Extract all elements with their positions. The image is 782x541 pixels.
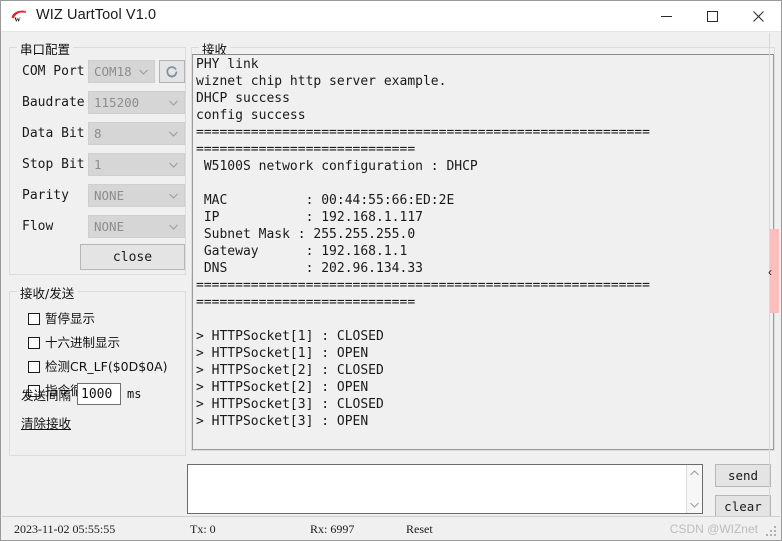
close-icon: [752, 10, 764, 22]
checkbox-box-icon: [28, 312, 40, 325]
checkbox-label: 暂停显示: [45, 311, 96, 326]
data-bit-select[interactable]: 8: [88, 122, 185, 145]
send-button[interactable]: send: [715, 464, 771, 487]
chevron-down-icon: [169, 193, 178, 199]
window-title: WIZ UartTool V1.0: [36, 7, 157, 23]
wiznet-logo-icon: w: [10, 7, 29, 26]
row-data-bit: Data Bit 8: [10, 122, 185, 148]
checkbox-label: 检测CR_LF($0D$0A): [45, 359, 168, 374]
chevron-down-icon: [169, 131, 178, 137]
checkbox-box-icon: [28, 360, 40, 373]
row-parity: Parity NONE: [10, 184, 185, 210]
chevron-down-icon: [169, 100, 178, 106]
refresh-ports-button[interactable]: [159, 60, 185, 83]
checkbox-box-icon: [28, 336, 40, 349]
row-stop-bit: Stop Bit 1: [10, 153, 185, 179]
flow-select[interactable]: NONE: [88, 215, 185, 238]
minimize-icon: [660, 15, 672, 17]
label-data-bit: Data Bit: [22, 126, 85, 141]
send-interval-unit: ms: [127, 387, 142, 401]
close-window-button[interactable]: [735, 1, 781, 31]
checkbox-pause-display[interactable]: 暂停显示: [28, 309, 95, 328]
parity-select[interactable]: NONE: [88, 184, 185, 207]
flow-value: NONE: [94, 219, 125, 234]
chevron-down-icon: [169, 224, 178, 230]
rxtx-options-title: 接收/发送: [17, 283, 78, 302]
status-bar: 2023-11-02 05:55:55 Tx: 0 Rx: 6997 Reset…: [2, 516, 780, 540]
data-bit-value: 8: [94, 126, 102, 141]
clear-button[interactable]: clear: [715, 495, 771, 518]
maximize-icon: [706, 10, 718, 22]
com-port-value: COM18: [94, 64, 132, 79]
row-flow: Flow NONE: [10, 215, 185, 241]
stop-bit-select[interactable]: 1: [88, 153, 185, 176]
checkbox-hex-display[interactable]: 十六进制显示: [28, 333, 120, 352]
status-tx-count: Tx: 0: [190, 522, 216, 536]
baudrate-select[interactable]: 115200: [88, 91, 185, 114]
label-baudrate: Baudrate: [22, 95, 85, 110]
send-interval-row: 发送间隔 1000 ms: [21, 383, 141, 405]
chevron-up-icon[interactable]: [687, 465, 702, 481]
chevron-down-icon: [139, 69, 148, 75]
label-parity: Parity: [22, 188, 69, 203]
label-stop-bit: Stop Bit: [22, 157, 85, 172]
app-window: w WIZ UartTool V1.0 串口配置 COM Port COM18 …: [0, 0, 782, 541]
parity-value: NONE: [94, 188, 125, 203]
row-baudrate: Baudrate 115200: [10, 91, 185, 117]
close-port-button[interactable]: close: [80, 244, 185, 270]
checkbox-detect-crlf[interactable]: 检测CR_LF($0D$0A): [28, 357, 168, 376]
baudrate-value: 115200: [94, 95, 140, 110]
send-scrollbar[interactable]: [686, 465, 702, 513]
status-reset-button[interactable]: Reset: [406, 522, 433, 537]
serial-config-group: 串口配置 COM Port COM18 Baudrate 115200 Data…: [9, 39, 186, 275]
maximize-button[interactable]: [689, 1, 735, 31]
receive-textarea[interactable]: PHY link wiznet chip http server example…: [192, 54, 774, 450]
watermark-text: CSDN @WIZnet: [669, 522, 758, 536]
title-bar: w WIZ UartTool V1.0: [1, 1, 781, 32]
collapse-chevron-icon[interactable]: ‹: [765, 265, 775, 279]
status-timestamp: 2023-11-02 05:55:55: [14, 522, 116, 536]
chevron-down-icon: [169, 162, 178, 168]
stop-bit-value: 1: [94, 157, 102, 172]
label-flow: Flow: [22, 219, 54, 234]
clear-receive-link[interactable]: 清除接收: [21, 413, 71, 432]
send-interval-label: 发送间隔: [21, 387, 72, 403]
refresh-icon: [166, 65, 178, 77]
label-com-port: COM Port: [22, 64, 85, 79]
chevron-down-icon[interactable]: [687, 497, 702, 513]
send-input[interactable]: [187, 464, 703, 514]
resize-grip[interactable]: [766, 526, 777, 537]
serial-config-title: 串口配置: [17, 39, 74, 58]
svg-text:w: w: [14, 14, 21, 24]
com-port-select[interactable]: COM18: [88, 60, 155, 83]
send-interval-input[interactable]: 1000: [77, 383, 122, 405]
row-com-port: COM Port COM18: [10, 60, 185, 86]
receive-text: PHY link wiznet chip http server example…: [196, 57, 650, 429]
checkbox-label: 十六进制显示: [45, 335, 121, 350]
minimize-button[interactable]: [643, 1, 689, 31]
status-rx-count: Rx: 6997: [310, 522, 355, 536]
send-interval-value: 1000: [81, 386, 113, 402]
